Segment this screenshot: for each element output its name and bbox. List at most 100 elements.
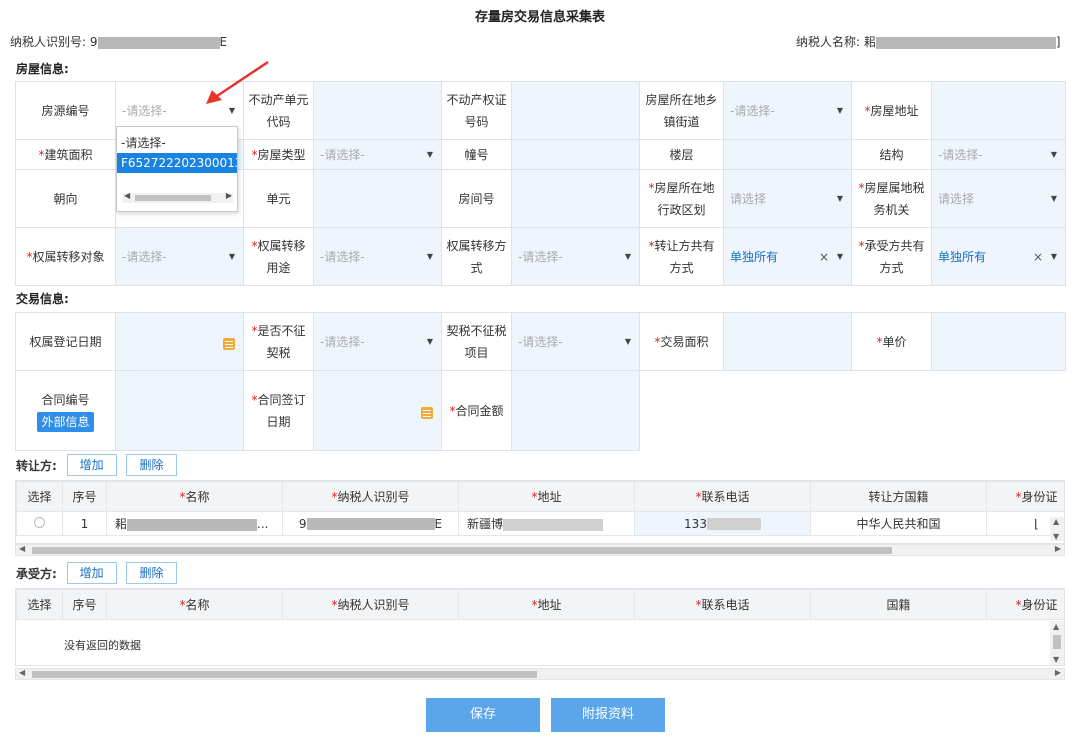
row-phone-prefix: 133: [684, 516, 707, 531]
structure-select[interactable]: -请选择- ▼: [936, 144, 1061, 166]
transferor-add-button[interactable]: 增加: [66, 454, 117, 476]
redaction: [97, 36, 220, 49]
realty-cert-no-input[interactable]: [511, 81, 640, 140]
transferee-vscroll[interactable]: ▲ ▼: [1050, 621, 1064, 665]
dropdown-option[interactable]: -请选择-: [117, 133, 237, 153]
scroll-thumb[interactable]: [1053, 635, 1061, 649]
house-type-select[interactable]: -请选择- ▼: [318, 144, 437, 166]
chevron-down-icon: ▼: [426, 336, 433, 346]
unit-price-input[interactable]: [931, 312, 1066, 371]
scroll-right-icon[interactable]: ▶: [226, 191, 232, 200]
chevron-down-icon: ▼: [228, 251, 235, 261]
scroll-left-icon[interactable]: ◀: [19, 668, 25, 677]
label-address-text: 房屋地址: [870, 103, 919, 118]
unit-input[interactable]: [313, 169, 442, 228]
dropdown-option-selected[interactable]: F652722202300013: [117, 153, 237, 173]
calendar-icon[interactable]: [223, 338, 235, 350]
transfer-use-placeholder: -请选择-: [320, 249, 365, 264]
header-label: 纳税人识别号: [337, 598, 410, 612]
label-realty-cert-no: 不动产权证号码: [441, 81, 512, 140]
floor-input[interactable]: [723, 139, 852, 170]
contract-no-input[interactable]: [115, 370, 244, 451]
header-label: 名称: [185, 598, 210, 612]
label-transfer-use: *权属转移用途: [243, 227, 314, 286]
clear-icon[interactable]: ×: [1033, 246, 1043, 268]
label-transferee-share: *承受方共有方式: [851, 227, 932, 286]
row-nationality: 中华人民共和国: [810, 511, 987, 536]
contract-amount-input[interactable]: [511, 370, 640, 451]
row-address-prefix: 新疆博: [467, 517, 504, 531]
annotation-arrow-icon: [206, 60, 269, 104]
label-trade-area-text: 交易面积: [660, 334, 709, 349]
section-transferor: 转让方:: [16, 458, 57, 473]
transfer-method-select[interactable]: -请选择- ▼: [516, 246, 635, 268]
town-street-select[interactable]: -请选择- ▼: [728, 100, 847, 122]
realty-unit-code-input[interactable]: [313, 81, 442, 140]
label-transfer-object: *权属转移对象: [15, 227, 116, 286]
label-area: *建筑面积: [15, 139, 116, 170]
label-room-no: 房间号: [441, 169, 512, 228]
scroll-down-icon[interactable]: ▼: [1053, 655, 1059, 664]
reg-date-input[interactable]: [115, 312, 244, 371]
taxpayer-name-label: 纳税人名称:: [796, 35, 861, 49]
transfer-use-select[interactable]: -请选择- ▼: [318, 246, 437, 268]
redaction: [306, 518, 435, 530]
transfer-method-placeholder: -请选择-: [518, 249, 563, 264]
save-button[interactable]: 保存: [426, 698, 540, 732]
row-taxid-suffix: E: [434, 516, 443, 531]
address-input[interactable]: [931, 81, 1066, 140]
transferor-share-select[interactable]: 单独所有 × ▼: [728, 246, 847, 268]
tax-office-select[interactable]: 请选择 ▼: [936, 188, 1061, 210]
tax-office-placeholder: 请选择: [938, 191, 975, 206]
scroll-right-icon[interactable]: ▶: [1055, 544, 1061, 553]
transferee-share-value: 单独所有: [938, 249, 987, 264]
chevron-down-icon: ▼: [1050, 251, 1057, 261]
structure-placeholder: -请选择-: [938, 147, 983, 162]
table-row[interactable]: 1 耜... 9E 新疆博 133 中华人民共和国 ⌊: [16, 511, 1064, 536]
clear-icon[interactable]: ×: [819, 246, 829, 268]
external-info-button[interactable]: 外部信息: [37, 411, 94, 432]
scroll-left-icon[interactable]: ◀: [19, 544, 25, 553]
scroll-thumb[interactable]: [32, 671, 537, 678]
transferor-vscroll[interactable]: ▲ ▼: [1050, 517, 1064, 541]
scroll-thumb[interactable]: [135, 195, 211, 201]
attach-button[interactable]: 附报资料: [551, 698, 665, 732]
label-contract-date-text: 合同签订日期: [257, 392, 306, 429]
trade-area-input[interactable]: [723, 312, 852, 371]
scroll-thumb[interactable]: [32, 547, 892, 554]
col-phone: *联系电话: [634, 589, 811, 620]
building-no-input[interactable]: [511, 139, 640, 170]
header-label: 地址: [537, 598, 562, 612]
row-radio[interactable]: [34, 516, 45, 528]
transferee-toolbar: 承受方: 增加 删除: [16, 562, 183, 584]
scroll-up-icon[interactable]: ▲: [1053, 517, 1059, 526]
deed-exempt-item-select[interactable]: -请选择- ▼: [516, 331, 635, 353]
section-trade: 交易信息:: [16, 292, 69, 306]
taxpayer-id-suffix: E: [219, 35, 228, 49]
transferee-hscroll[interactable]: ◀ ▶: [15, 668, 1065, 680]
room-no-input[interactable]: [511, 169, 640, 228]
label-area-text: 建筑面积: [44, 147, 93, 162]
contract-date-input[interactable]: [313, 370, 442, 451]
transferor-hscroll[interactable]: ◀ ▶: [15, 544, 1065, 556]
deed-exempt-select[interactable]: -请选择- ▼: [318, 331, 437, 353]
header-label: 联系电话: [701, 598, 750, 612]
source-no-placeholder: -请选择-: [122, 103, 167, 118]
dropdown-hscroll[interactable]: ◀ ▶: [123, 191, 233, 203]
calendar-icon[interactable]: [421, 407, 433, 419]
scroll-left-icon[interactable]: ◀: [124, 191, 130, 200]
row-taxid-prefix: 9: [298, 516, 307, 531]
transferee-grid: 选择 序号 *名称 *纳税人识别号 *地址 *联系电话 国籍 *身份证 没有返回…: [15, 588, 1065, 666]
scroll-down-icon[interactable]: ▼: [1053, 532, 1059, 541]
admin-region-select[interactable]: 请选择 ▼: [728, 188, 847, 210]
label-house-type: *房屋类型: [243, 139, 314, 170]
col-nationality: 转让方国籍: [810, 481, 987, 512]
label-trade-area: *交易面积: [639, 312, 724, 371]
scroll-up-icon[interactable]: ▲: [1053, 622, 1059, 631]
transferee-add-button[interactable]: 增加: [66, 562, 117, 584]
transferor-delete-button[interactable]: 删除: [126, 454, 177, 476]
transferee-delete-button[interactable]: 删除: [126, 562, 177, 584]
transfer-object-select[interactable]: -请选择- ▼: [120, 246, 239, 268]
transferee-share-select[interactable]: 单独所有 × ▼: [936, 246, 1061, 268]
scroll-right-icon[interactable]: ▶: [1055, 668, 1061, 677]
